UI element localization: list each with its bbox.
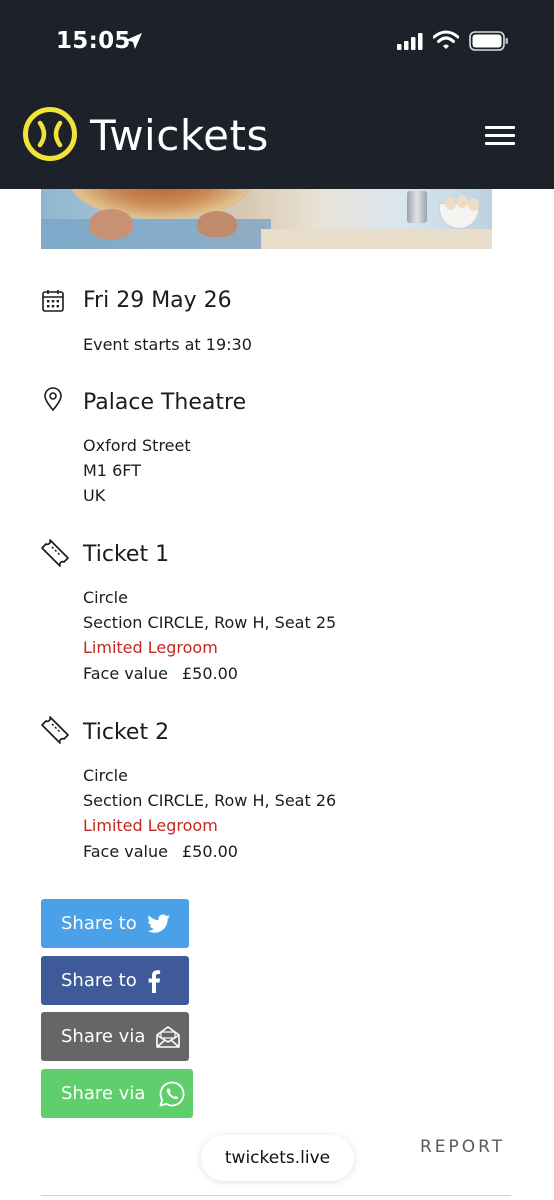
venue-address-line: UK bbox=[83, 486, 106, 505]
browser-url-pill[interactable]: twickets.live bbox=[201, 1135, 354, 1181]
report-link[interactable]: REPORT bbox=[420, 1137, 505, 1157]
event-start-time: Event starts at 19:30 bbox=[83, 335, 252, 354]
ticket-restriction-note: Limited Legroom bbox=[83, 638, 218, 657]
top-bar: 15:05 Twickets bbox=[0, 0, 554, 189]
location-arrow-icon bbox=[126, 33, 142, 49]
signal-icon bbox=[397, 33, 423, 50]
venue-name: Palace Theatre bbox=[83, 390, 247, 415]
whatsapp-icon bbox=[159, 1081, 185, 1106]
venue-address-line: M1 6FT bbox=[83, 461, 141, 480]
face-value-label: Face value bbox=[83, 842, 168, 861]
ticket-restriction-note: Limited Legroom bbox=[83, 816, 218, 835]
battery-icon bbox=[469, 31, 508, 51]
event-image bbox=[41, 189, 492, 249]
wifi-icon bbox=[433, 30, 459, 49]
face-value-amount: £50.00 bbox=[181, 842, 238, 861]
status-bar: 15:05 bbox=[0, 0, 554, 84]
share-whatsapp-button[interactable]: Share via bbox=[41, 1069, 193, 1118]
status-time: 15:05 bbox=[56, 28, 131, 54]
twitter-icon bbox=[147, 914, 170, 933]
venue-address-line: Oxford Street bbox=[83, 436, 191, 455]
ticket-icon bbox=[41, 539, 69, 567]
map-pin-icon bbox=[44, 387, 62, 412]
email-icon bbox=[156, 1025, 181, 1048]
share-twitter-button[interactable]: Share to bbox=[41, 899, 189, 948]
share-whatsapp-label: Share via bbox=[61, 1083, 146, 1104]
brand-name[interactable]: Twickets bbox=[90, 110, 269, 162]
ticket-face-value: Face value £50.00 bbox=[83, 664, 238, 683]
ticket-area: Circle bbox=[83, 766, 128, 785]
event-date: Fri 29 May 26 bbox=[83, 288, 232, 313]
ticket-seat: Section CIRCLE, Row H, Seat 26 bbox=[83, 791, 337, 810]
face-value-label: Face value bbox=[83, 664, 168, 683]
share-facebook-label: Share to bbox=[61, 970, 137, 991]
hamburger-menu-icon[interactable] bbox=[485, 126, 515, 146]
share-facebook-button[interactable]: Share to bbox=[41, 956, 189, 1005]
calendar-icon bbox=[42, 290, 64, 312]
face-value-amount: £50.00 bbox=[181, 664, 238, 683]
twickets-logo-icon[interactable] bbox=[22, 106, 78, 162]
ticket-seat: Section CIRCLE, Row H, Seat 25 bbox=[83, 613, 337, 632]
ticket-face-value: Face value £50.00 bbox=[83, 842, 238, 861]
ticket-area: Circle bbox=[83, 588, 128, 607]
ticket-icon bbox=[41, 716, 69, 744]
ticket-title: Ticket 2 bbox=[83, 720, 170, 745]
facebook-icon bbox=[148, 969, 160, 993]
share-email-label: Share via bbox=[61, 1026, 146, 1047]
share-email-button[interactable]: Share via bbox=[41, 1012, 189, 1061]
app-header: Twickets bbox=[0, 84, 554, 189]
divider bbox=[41, 1195, 511, 1196]
ticket-title: Ticket 1 bbox=[83, 542, 170, 567]
share-twitter-label: Share to bbox=[61, 913, 137, 934]
